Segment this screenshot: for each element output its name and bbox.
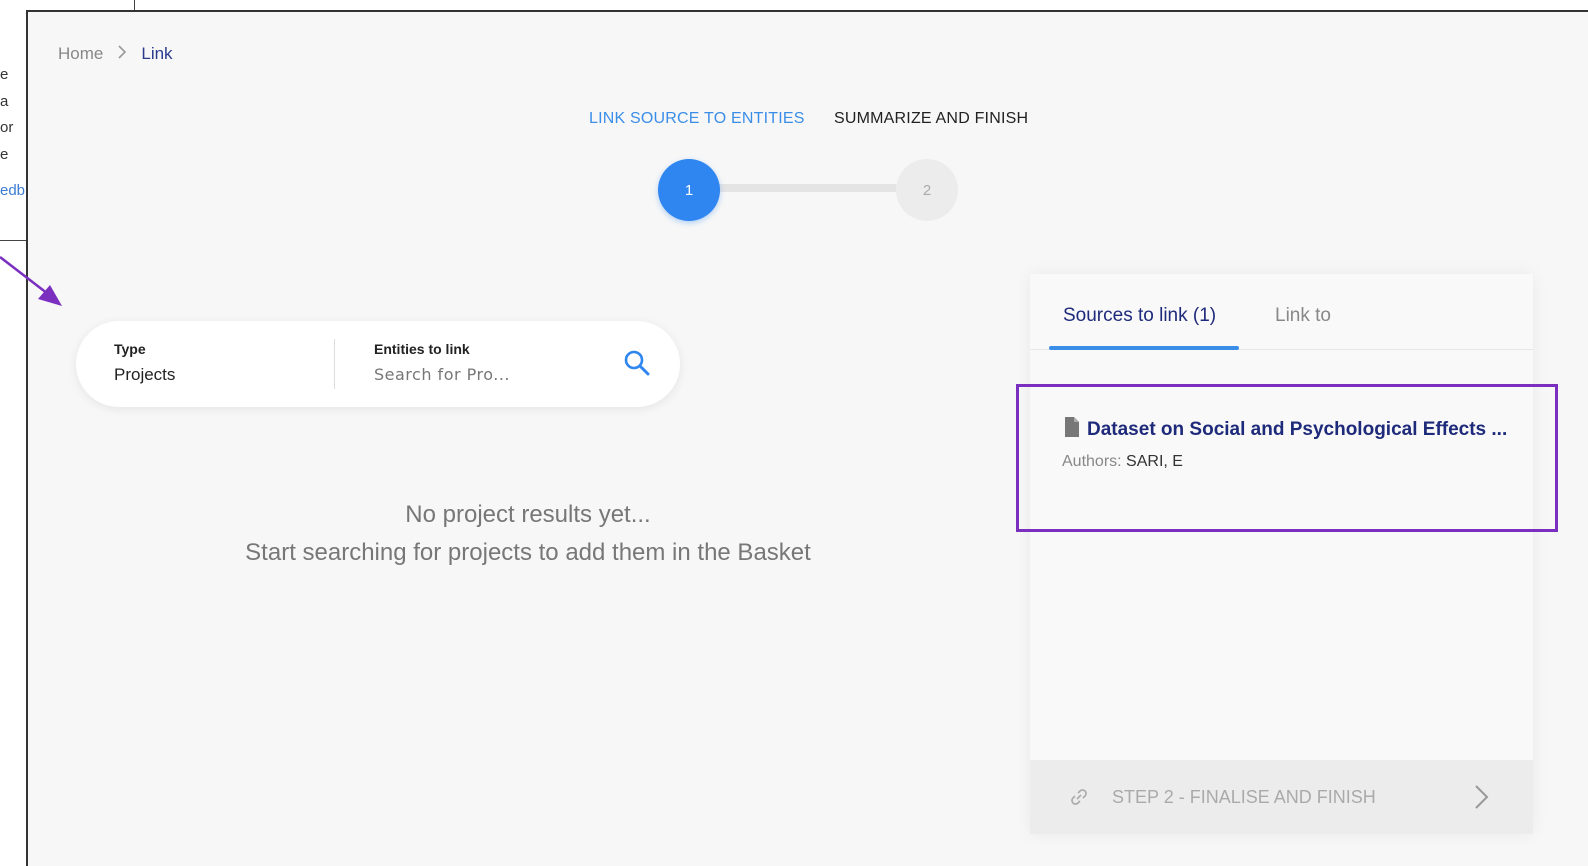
- entities-label: Entities to link: [374, 341, 470, 357]
- step-1-label[interactable]: LINK SOURCE TO ENTITIES: [589, 110, 805, 128]
- tab-sources-to-link[interactable]: Sources to link (1): [1063, 305, 1216, 327]
- document-icon: [1063, 417, 1081, 442]
- finish-step-label: STEP 2 - FINALISE AND FINISH: [1112, 787, 1376, 807]
- link-icon: [1070, 788, 1088, 806]
- search-icon[interactable]: [622, 348, 652, 378]
- basket-panel: Sources to link (1) Link to Dataset on S…: [1016, 274, 1558, 834]
- empty-state-line-1: No project results yet...: [405, 501, 651, 528]
- entities-field: Entities to link: [374, 341, 564, 385]
- search-bar-divider: [334, 339, 335, 389]
- empty-state-message: No project results yet... Start searchin…: [228, 496, 828, 572]
- left-cut-panel: e a or e edb: [0, 0, 26, 866]
- cut-panel-divider: [0, 240, 26, 241]
- type-selector[interactable]: Type Projects: [114, 341, 175, 385]
- cut-link-fragment[interactable]: edb: [0, 182, 25, 199]
- chevron-right-icon: [1472, 783, 1492, 811]
- source-authors: Authors: SARI, E: [1062, 453, 1183, 471]
- type-label: Type: [114, 341, 146, 357]
- source-title: Dataset on Social and Psychological Effe…: [1063, 417, 1507, 442]
- stepper-track: [688, 184, 928, 192]
- step-2-circle[interactable]: 2: [896, 159, 958, 221]
- breadcrumb-home[interactable]: Home: [58, 44, 103, 64]
- stepper: 1 2: [658, 159, 958, 223]
- search-bar: Type Projects Entities to link: [76, 321, 680, 407]
- authors-value: SARI, E: [1126, 453, 1183, 470]
- step-2-label[interactable]: SUMMARIZE AND FINISH: [834, 110, 1028, 128]
- cut-text-fragment: e: [0, 146, 9, 163]
- tab-link-to[interactable]: Link to: [1275, 305, 1331, 327]
- source-title-text[interactable]: Dataset on Social and Psychological Effe…: [1087, 419, 1507, 441]
- chevron-right-icon: [117, 44, 127, 64]
- basket-tabs: Sources to link (1) Link to: [1030, 274, 1533, 350]
- authors-label: Authors:: [1062, 453, 1122, 470]
- cut-text-fragment: e: [0, 66, 9, 83]
- type-value: Projects: [114, 365, 176, 384]
- cut-text-fragment: a: [0, 93, 9, 110]
- breadcrumb: Home Link: [58, 44, 173, 64]
- source-item-card[interactable]: Dataset on Social and Psychological Effe…: [1016, 384, 1558, 532]
- app-window: Home Link LINK SOURCE TO ENTITIES SUMMAR…: [26, 10, 1588, 866]
- cut-text-fragment: or: [0, 119, 14, 136]
- search-input[interactable]: [374, 365, 564, 384]
- finish-step-button[interactable]: STEP 2 - FINALISE AND FINISH: [1030, 760, 1533, 834]
- step-1-circle[interactable]: 1: [658, 159, 720, 221]
- active-tab-indicator: [1049, 346, 1239, 350]
- breadcrumb-current: Link: [141, 44, 173, 63]
- empty-state-line-2: Start searching for projects to add them…: [245, 539, 811, 566]
